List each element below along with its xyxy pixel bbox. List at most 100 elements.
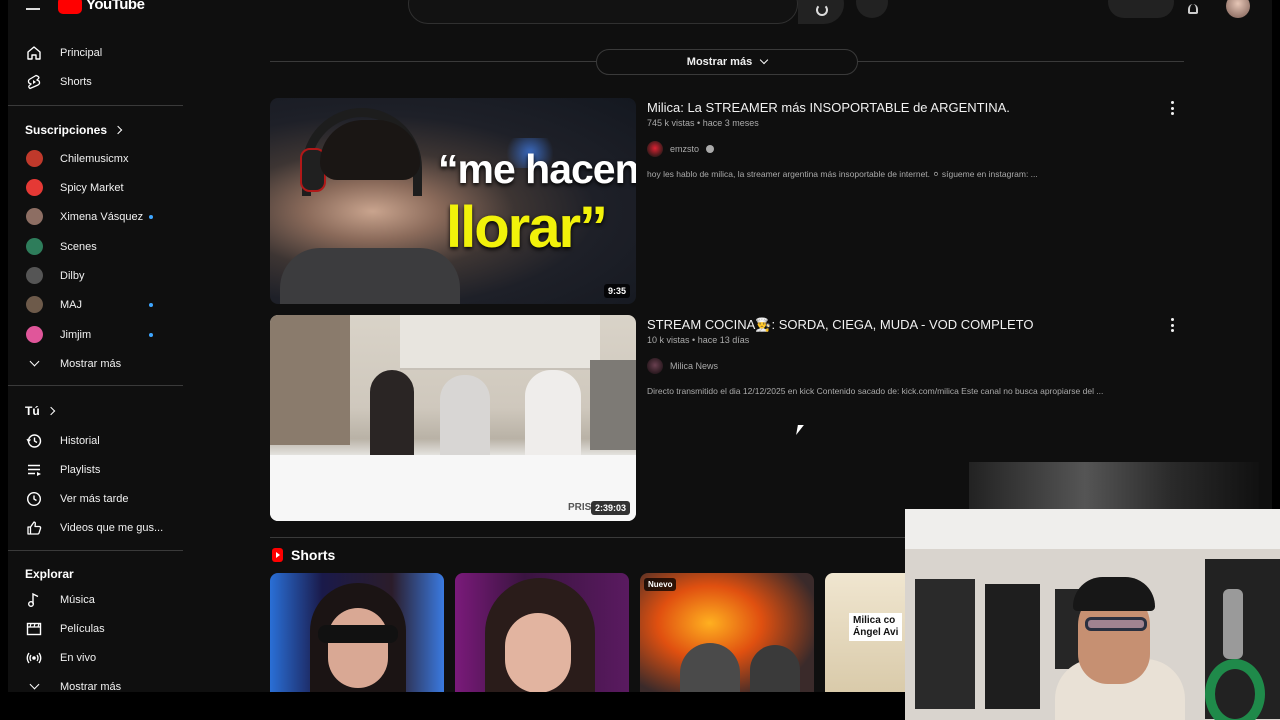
voice-search-button[interactable] (856, 0, 888, 18)
short-caption: Milica co Ángel Avi (849, 613, 903, 641)
channel-avatar (647, 141, 663, 157)
short-card[interactable] (270, 573, 444, 692)
account-avatar[interactable] (1226, 0, 1250, 18)
channel-avatar (25, 179, 43, 196)
channel-avatar (25, 150, 43, 167)
view-count: 745 k vistas (647, 118, 695, 128)
upload-age: hace 3 meses (702, 118, 759, 128)
sidebar-divider (8, 385, 183, 386)
you-heading[interactable]: Tú (25, 404, 55, 418)
clock-icon (24, 489, 44, 509)
verified-badge-icon (706, 145, 715, 153)
video-duration: 9:35 (603, 284, 630, 298)
sidebar-item-jimjim[interactable]: Jimjim (8, 320, 183, 349)
youtube-logo-text[interactable]: YouTube (86, 0, 145, 13)
sidebar-item-label: Mostrar más (60, 357, 122, 370)
thumbnail-person-1 (370, 370, 414, 460)
sidebar-divider (8, 105, 183, 106)
shorts-logo-icon (272, 548, 283, 562)
channel-avatar (25, 296, 43, 313)
subscriptions-heading[interactable]: Suscripciones (25, 123, 123, 137)
video-description: hoy les hablo de milica, la streamer arg… (647, 169, 1038, 179)
section-divider (270, 537, 910, 538)
short-face (328, 608, 388, 688)
video-result[interactable]: “me hacen llorar” 9:35 Milica: La STREAM… (270, 98, 1190, 304)
playlists-icon (24, 460, 44, 480)
shorts-icon (24, 72, 44, 92)
sidebar-item-en-vivo[interactable]: En vivo (8, 643, 183, 672)
search-input[interactable] (408, 0, 798, 24)
sidebar-item-playlists[interactable]: Playlists (8, 455, 183, 484)
thumbnail-text-top: “me hacen (438, 146, 636, 192)
more-options-icon[interactable] (1167, 101, 1177, 115)
sidebar-item-label: Scenes (60, 240, 97, 253)
channel-avatar (647, 358, 663, 374)
sidebar-item-scenes[interactable]: Scenes (8, 232, 183, 261)
sidebar-item-label: Principal (60, 46, 103, 59)
thumbnail-watermark: PRIS (568, 502, 592, 513)
live-icon (24, 648, 44, 668)
sidebar-item-dilby[interactable]: Dilby (8, 261, 183, 290)
microphone-ring (1205, 659, 1265, 720)
thumbnail-fridge (590, 360, 636, 450)
sidebar-item-show-more-subscriptions[interactable]: Mostrar más (8, 349, 183, 378)
home-icon (24, 43, 44, 63)
sidebar-item-historial[interactable]: Historial (8, 426, 183, 455)
sidebar-item-spicy-market[interactable]: Spicy Market (8, 173, 183, 202)
overlay-panel (969, 462, 1259, 512)
sidebar-item-principal[interactable]: Principal (8, 38, 183, 67)
thumbnail-shelves (270, 315, 350, 445)
acoustic-panel (915, 579, 975, 709)
sidebar-item-label: Mostrar más (60, 680, 122, 693)
thumbnail-cabinets (400, 315, 600, 370)
sunglasses-shape (318, 625, 398, 643)
music-icon (24, 590, 44, 610)
sidebar-item-ximena-vasquez[interactable]: Ximena Vásquez (8, 202, 183, 231)
sidebar-item-musica[interactable]: Música (8, 585, 183, 614)
person-cap (1073, 577, 1155, 611)
short-face (505, 613, 571, 692)
more-options-icon[interactable] (1167, 318, 1177, 332)
video-thumbnail[interactable]: “me hacen llorar” 9:35 (270, 98, 636, 304)
sidebar-item-peliculas[interactable]: Películas (8, 614, 183, 643)
video-thumbnail[interactable]: PRIS 2:39:03 (270, 315, 636, 521)
menu-icon[interactable] (26, 8, 40, 10)
sidebar: Principal Shorts Suscripciones Chilemusi… (8, 36, 183, 692)
sidebar-item-label: Chilemusicmx (60, 152, 129, 165)
sidebar-item-maj[interactable]: MAJ (8, 290, 183, 319)
sidebar-item-label: Videos que me gus... (60, 521, 164, 534)
you-heading-label: Tú (25, 404, 40, 418)
film-icon (24, 619, 44, 639)
sidebar-item-videos-que-me-gustan[interactable]: Videos que me gus... (8, 513, 183, 542)
channel-link[interactable]: Milica News (647, 358, 718, 374)
sidebar-divider (8, 550, 183, 551)
sidebar-item-label: En vivo (60, 651, 97, 664)
sidebar-item-ver-mas-tarde[interactable]: Ver más tarde (8, 484, 183, 513)
channel-link[interactable]: emzsto (647, 141, 715, 157)
acoustic-panel (985, 584, 1040, 709)
sidebar-item-shorts[interactable]: Shorts (8, 67, 183, 96)
search-icon[interactable] (816, 4, 828, 16)
sidebar-item-show-more-explore[interactable]: Mostrar más (8, 672, 183, 692)
sidebar-item-label: Jimjim (60, 328, 92, 341)
short-card[interactable]: Nuevo (640, 573, 814, 692)
show-more-button[interactable]: Mostrar más (596, 49, 858, 75)
new-content-dot (149, 302, 153, 307)
video-duration: 2:39:03 (590, 501, 630, 515)
youtube-logo-icon[interactable] (58, 0, 82, 14)
notifications-bell-icon[interactable] (1188, 4, 1198, 14)
sidebar-item-chilemusicmx[interactable]: Chilemusicmx (8, 144, 183, 173)
short-figure (680, 643, 740, 692)
sidebar-item-label: Ver más tarde (60, 492, 129, 505)
short-card[interactable] (455, 573, 629, 692)
video-title[interactable]: STREAM COCINA👨‍🍳: SORDA, CIEGA, MUDA - V… (647, 317, 1034, 333)
short-card[interactable]: Milica co Ángel Avi (825, 573, 915, 692)
channel-name: emzsto (670, 144, 700, 154)
webcam-ceiling (905, 509, 1280, 549)
thumbs-up-icon (24, 518, 44, 538)
shorts-section-header: Shorts (272, 547, 335, 563)
video-meta: 10 k vistas • hace 13 días (647, 335, 749, 345)
video-title[interactable]: Milica: La STREAMER más INSOPORTABLE de … (647, 100, 1010, 115)
subscriptions-heading-label: Suscripciones (25, 123, 108, 137)
create-button[interactable] (1108, 0, 1174, 18)
